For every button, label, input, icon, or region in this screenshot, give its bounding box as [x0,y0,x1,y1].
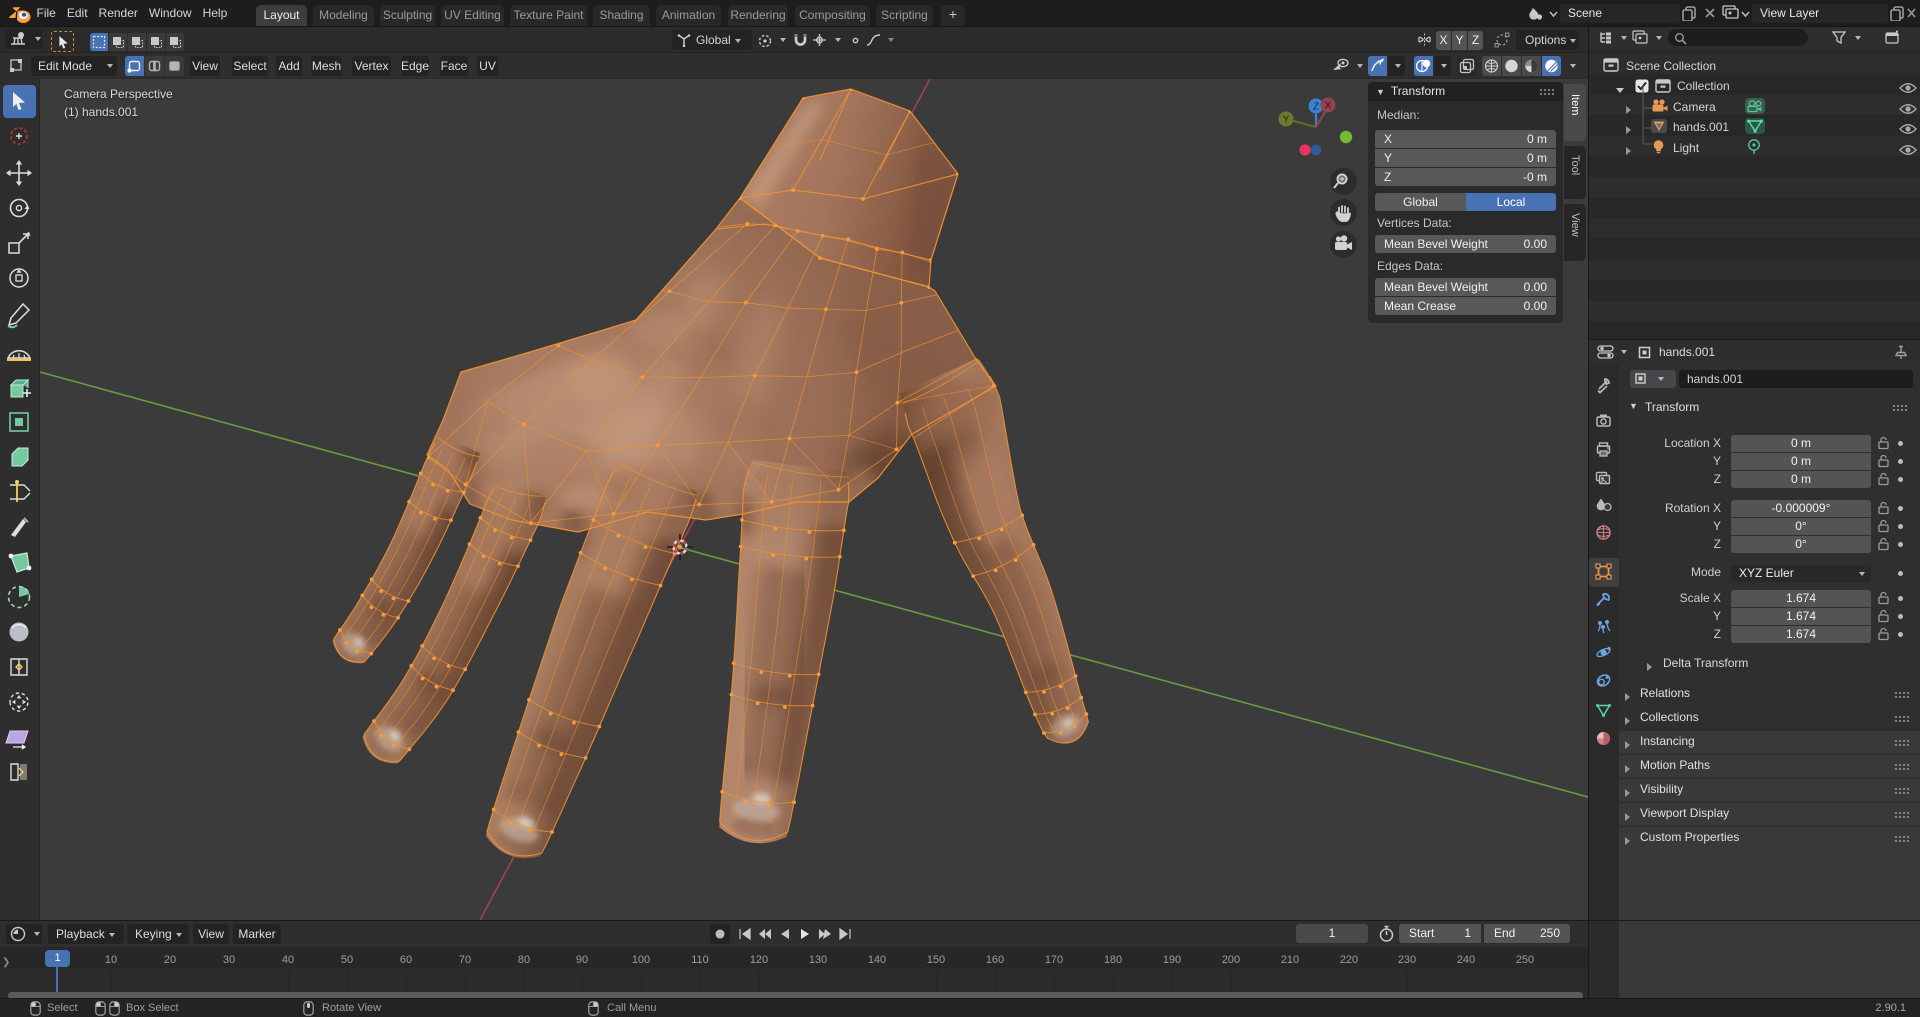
svg-text:X: X [1325,101,1332,112]
svg-text:Z: Z [1313,102,1319,113]
svg-text:Y: Y [1283,115,1290,126]
